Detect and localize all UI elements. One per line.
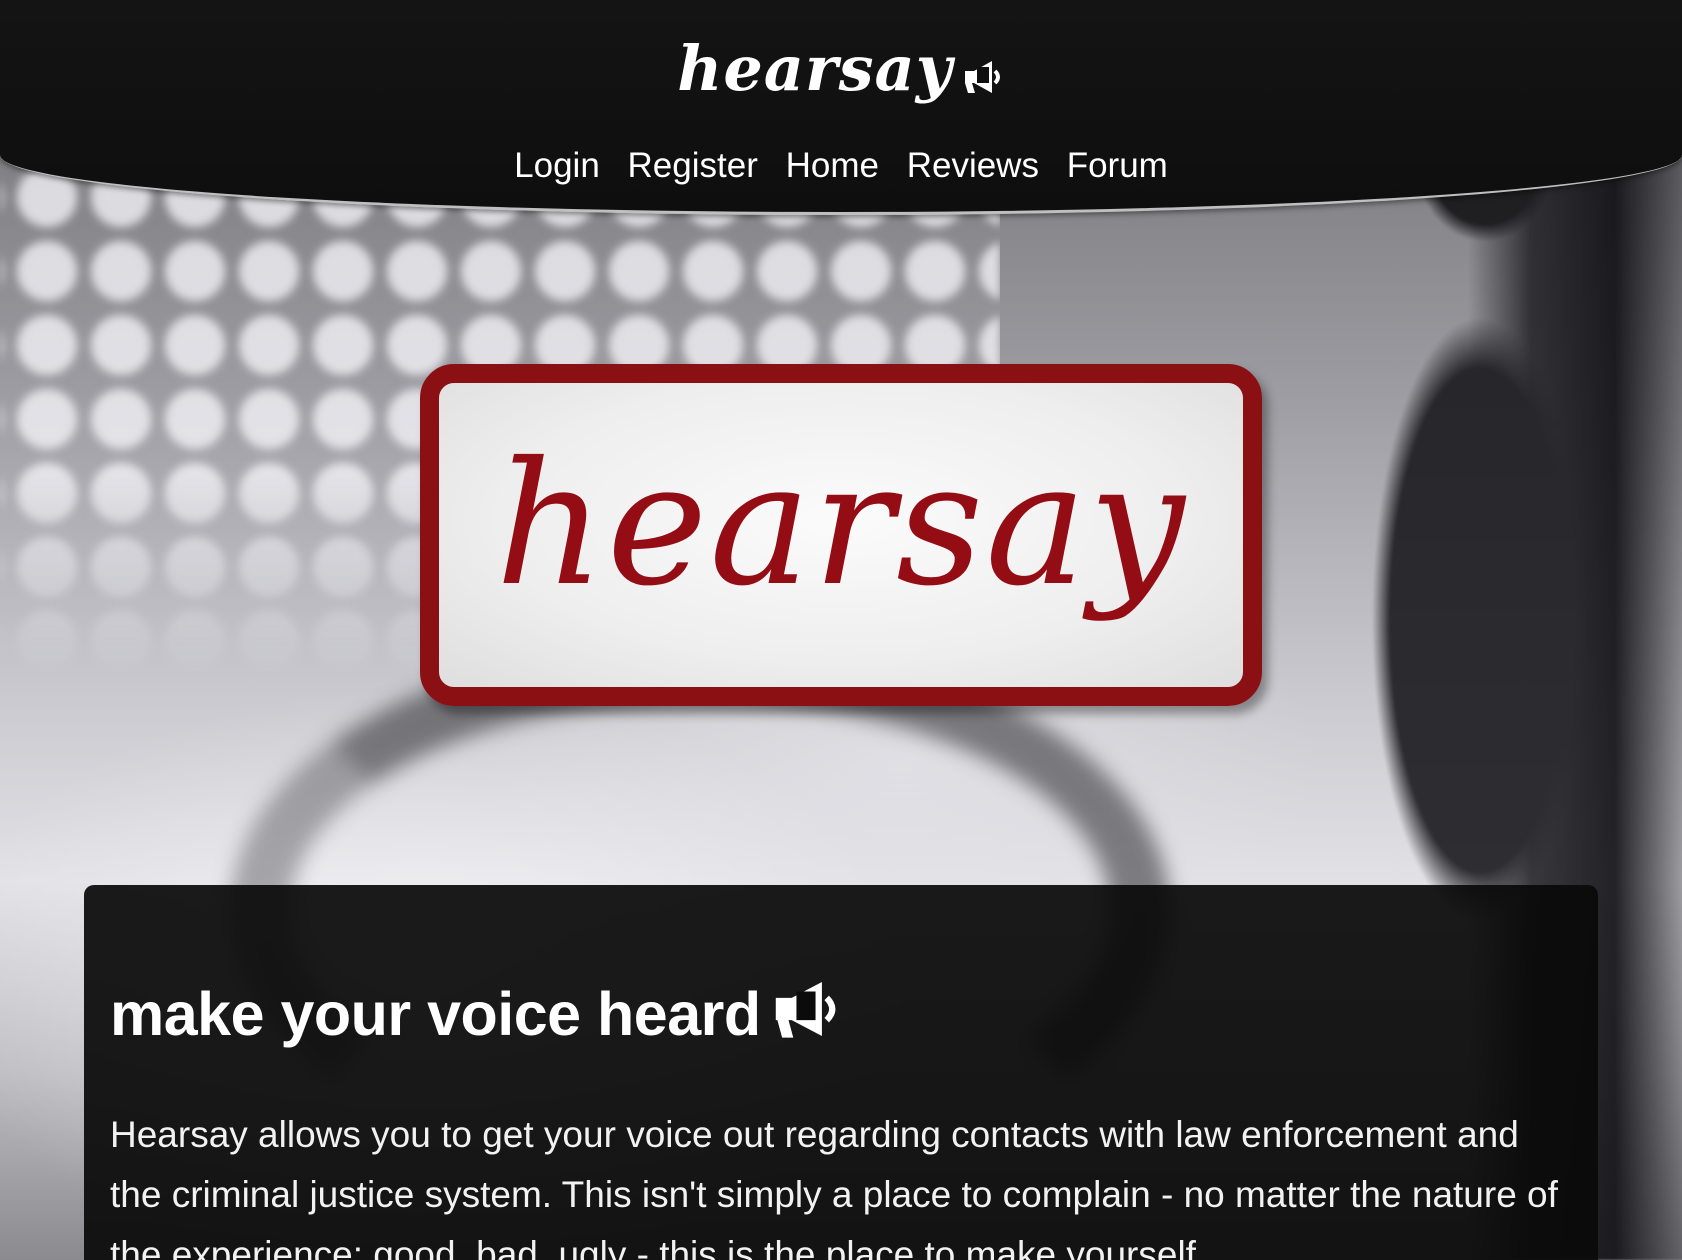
nav-forum[interactable]: Forum [1067,146,1168,185]
megaphone-icon [961,38,1005,111]
nav-reviews[interactable]: Reviews [907,146,1039,185]
hero-logo: hearsay [420,364,1262,706]
nav-login[interactable]: Login [514,146,600,185]
main-nav: Login Register Home Reviews Forum [0,146,1682,186]
intro-heading-text: make your voice heard [110,980,761,1048]
intro-heading: make your voice heard [110,977,841,1055]
site-header: hearsay Login Register Home Reviews Foru… [0,0,1682,215]
nav-home[interactable]: Home [786,146,879,185]
hero-logo-text: hearsay [495,426,1187,624]
site-brand[interactable]: hearsay [0,32,1682,111]
intro-panel: make your voice heard Hearsay allows you… [84,885,1598,1260]
intro-body: Hearsay allows you to get your voice out… [110,1114,1558,1260]
megaphone-icon [771,977,841,1055]
brand-text: hearsay [677,32,953,105]
nav-register[interactable]: Register [628,146,758,185]
